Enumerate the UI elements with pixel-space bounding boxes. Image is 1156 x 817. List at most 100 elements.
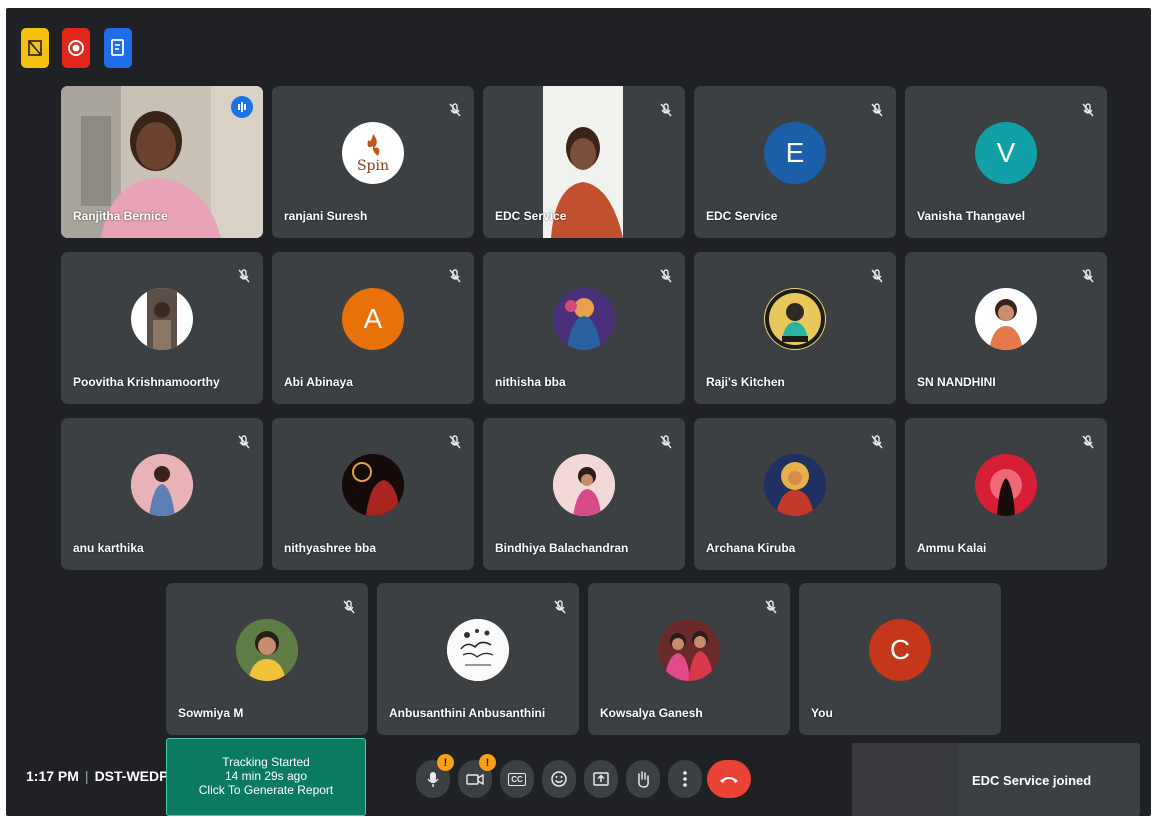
meeting-code: DST-WEDP: [94, 768, 169, 784]
participant-name: Ranjitha Bernice: [73, 209, 168, 223]
participant-avatar: C: [869, 619, 931, 681]
participant-avatar: [236, 619, 298, 681]
self-tile[interactable]: C You: [799, 583, 1001, 735]
tracking-report-button[interactable]: Tracking Started 14 min 29s ago Click To…: [166, 738, 366, 816]
participant-avatar: V: [975, 122, 1037, 184]
participant-avatar: A: [342, 288, 404, 350]
tracking-duration: 14 min 29s ago: [224, 769, 308, 783]
participant-tile[interactable]: Spin ranjani Suresh: [272, 86, 474, 238]
participant-avatar: [975, 454, 1037, 516]
participant-avatar: [764, 288, 826, 350]
participant-avatar: [342, 454, 404, 516]
record-icon[interactable]: [62, 28, 90, 68]
participant-tile[interactable]: A Abi Abinaya: [272, 252, 474, 404]
camera-icon: [466, 773, 484, 786]
participant-avatar: [764, 454, 826, 516]
participant-avatar: [131, 454, 193, 516]
participant-tile[interactable]: Anbusanthini Anbusanthini: [377, 583, 579, 735]
participant-tile[interactable]: V Vanisha Thangavel: [905, 86, 1107, 238]
raise-hand-button[interactable]: [626, 760, 660, 798]
speaking-indicator-icon: [231, 96, 253, 118]
hand-icon: [638, 771, 649, 788]
mic-off-icon: [449, 435, 461, 449]
meeting-time: 1:17 PM: [26, 768, 79, 784]
participant-name: Archana Kiruba: [706, 541, 796, 555]
spin-logo-icon: [367, 134, 380, 156]
more-vert-icon: [683, 771, 687, 787]
participant-name: Ammu Kalai: [917, 541, 987, 555]
mic-off-icon: [871, 103, 883, 117]
participant-tile[interactable]: Poovitha Krishnamoorthy: [61, 252, 263, 404]
captions-icon: CC: [508, 772, 526, 786]
mic-off-icon: [765, 600, 777, 614]
hang-up-icon: [720, 777, 738, 783]
emoji-icon: [551, 771, 567, 787]
mic-off-icon: [449, 103, 461, 117]
participant-name: Vanisha Thangavel: [917, 209, 1026, 223]
participant-name: Raji's Kitchen: [706, 375, 785, 389]
tracking-status: Tracking Started: [222, 755, 310, 769]
participant-name: nithyashree bba: [284, 541, 377, 555]
participant-tile[interactable]: Archana Kiruba: [694, 418, 896, 570]
participant-tile[interactable]: nithyashree bba: [272, 418, 474, 570]
participant-tile[interactable]: E EDC Service: [694, 86, 896, 238]
more-options-button[interactable]: [668, 760, 702, 798]
mic-icon: [427, 772, 439, 787]
mic-off-icon: [238, 269, 250, 283]
participant-tile[interactable]: Ammu Kalai: [905, 418, 1107, 570]
participant-name: Abi Abinaya: [284, 375, 353, 389]
join-notification: EDC Service joined: [852, 743, 1140, 816]
meeting-separator: |: [84, 768, 89, 784]
camera-button[interactable]: !: [458, 754, 496, 798]
participant-tile[interactable]: nithisha bba: [483, 252, 685, 404]
mic-off-icon: [554, 600, 566, 614]
mic-off-icon: [238, 435, 250, 449]
notification-shade: [852, 743, 958, 816]
participant-tile[interactable]: SN NANDHINI: [905, 252, 1107, 404]
emoji-button[interactable]: [542, 760, 576, 798]
participant-name: anu karthika: [73, 541, 144, 555]
leave-call-button[interactable]: [707, 760, 751, 798]
participant-name: Kowsalya Ganesh: [600, 706, 703, 720]
tracking-action: Click To Generate Report: [198, 783, 334, 797]
microphone-button[interactable]: !: [416, 754, 454, 798]
participant-avatar: [447, 619, 509, 681]
captions-button[interactable]: CC: [500, 760, 534, 798]
meeting-stage: Ranjitha Bernice Spin ranjani Suresh EDC…: [6, 8, 1151, 816]
mic-off-icon: [660, 435, 672, 449]
participant-name: Poovitha Krishnamoorthy: [73, 375, 220, 389]
participant-avatar: [553, 454, 615, 516]
participant-name: ranjani Suresh: [284, 209, 368, 223]
participant-avatar: [658, 619, 720, 681]
participant-name: SN NANDHINI: [917, 375, 996, 389]
notification-text: EDC Service joined: [972, 773, 1092, 788]
participant-tile[interactable]: Bindhiya Balachandran: [483, 418, 685, 570]
participant-tile[interactable]: EDC Service: [483, 86, 685, 238]
participant-name: Anbusanthini Anbusanthini: [389, 706, 546, 720]
mic-warning-badge: !: [437, 754, 454, 771]
notes-icon[interactable]: [104, 28, 132, 68]
participant-avatar: Spin: [342, 122, 404, 184]
mic-off-icon: [660, 103, 672, 117]
participant-name: Sowmiya M: [178, 706, 244, 720]
meeting-info: 1:17 PM | DST-WEDP: [26, 768, 168, 784]
mic-off-icon: [871, 435, 883, 449]
participant-tile[interactable]: Kowsalya Ganesh: [588, 583, 790, 735]
participant-tile[interactable]: anu karthika: [61, 418, 263, 570]
participant-avatar: [975, 288, 1037, 350]
participant-avatar: [131, 288, 193, 350]
participant-tile[interactable]: Ranjitha Bernice: [61, 86, 263, 238]
participant-tile[interactable]: Sowmiya M: [166, 583, 368, 735]
present-icon: [593, 772, 609, 786]
tracker-extension-icon[interactable]: [21, 28, 49, 68]
present-screen-button[interactable]: [584, 760, 618, 798]
participant-name: nithisha bba: [495, 375, 566, 389]
mic-off-icon: [660, 269, 672, 283]
participant-name: EDC Service: [706, 209, 778, 223]
participant-tile[interactable]: Raji's Kitchen: [694, 252, 896, 404]
mic-off-icon: [449, 269, 461, 283]
participant-name: Bindhiya Balachandran: [495, 541, 629, 555]
participant-name: EDC Service: [495, 209, 567, 223]
mic-off-icon: [1082, 269, 1094, 283]
camera-warning-badge: !: [479, 754, 496, 771]
